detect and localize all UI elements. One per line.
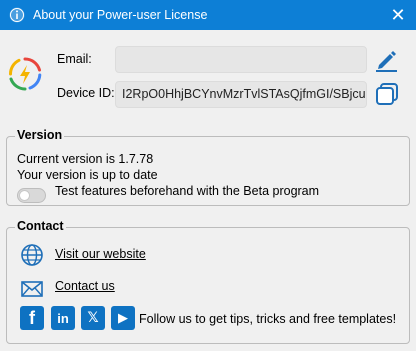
pencil-icon[interactable] [373,46,399,72]
beta-toggle[interactable] [17,188,46,203]
linkedin-icon[interactable]: in [51,306,75,330]
copy-icon[interactable] [374,81,400,107]
contact-group-title: Contact [15,219,66,233]
info-icon [9,7,25,23]
close-button[interactable]: ✕ [380,0,416,30]
email-label: Email: [57,52,92,66]
beta-toggle-knob [20,191,29,200]
social-follow-text: Follow us to get tips, tricks and free t… [139,312,397,326]
beta-toggle-label: Test features beforehand with the Beta p… [55,184,320,198]
mail-icon [21,281,43,297]
version-group-title: Version [15,128,65,142]
title-bar: About your Power-user License ✕ [0,0,416,30]
window-title: About your Power-user License [33,8,208,22]
update-status-text: Your version is up to date [17,168,158,182]
current-version-text: Current version is 1.7.78 [17,152,154,166]
facebook-icon[interactable]: f [20,306,44,330]
device-id-field[interactable]: I2RpO0HhjBCYnvMzrTvlSTAsQjfmGI/SBjcu73Y [115,81,367,108]
contact-group: Contact Visit our website Contact us f i… [6,219,410,344]
power-user-logo [8,57,42,91]
visit-website-link[interactable]: Visit our website [55,247,146,261]
email-field[interactable] [115,46,367,73]
globe-icon [21,244,43,266]
version-group: Version Current version is 1.7.78 Your v… [6,128,410,206]
about-license-window: About your Power-user License ✕ Email: D… [0,0,416,351]
device-id-label: Device ID: [57,86,115,100]
contact-us-link[interactable]: Contact us [55,279,115,293]
x-icon[interactable]: 𝕏 [81,306,105,330]
youtube-icon[interactable]: ▶ [111,306,135,330]
